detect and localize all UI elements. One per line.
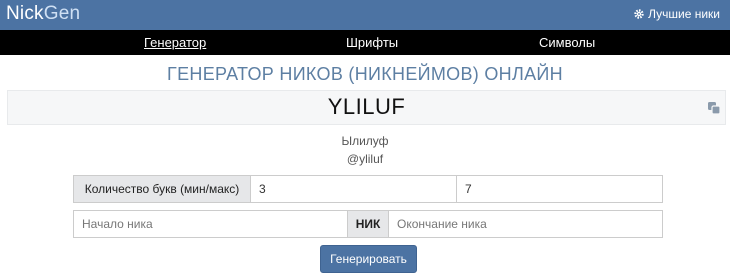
tab-symbols[interactable]: Символы — [539, 35, 595, 50]
copy-icon[interactable] — [707, 101, 721, 115]
logo-nick: Nick — [6, 3, 44, 24]
nick-end-input[interactable] — [388, 210, 663, 238]
nick-handle: @yliluf — [346, 152, 384, 166]
tab-generator[interactable]: Генератор — [144, 35, 206, 50]
tab-fonts[interactable]: Шрифты — [346, 35, 398, 50]
logo-gen: Gen — [43, 3, 81, 24]
generate-button[interactable]: Генерировать — [320, 245, 417, 273]
top-bar: NickGen Лучшие ники — [0, 0, 730, 30]
best-nicks-link[interactable]: Лучшие ники — [634, 7, 720, 21]
page-title: ГЕНЕРАТОР НИКОВ (НИКНЕЙМОВ) ОНЛАЙН — [167, 64, 563, 84]
nick-transliteration: Ылилуф — [341, 134, 389, 148]
nick-start-input[interactable] — [73, 210, 348, 238]
min-letters-input[interactable] — [250, 175, 457, 203]
generated-nick[interactable]: YLILUF — [8, 94, 725, 120]
max-letters-input[interactable] — [456, 175, 663, 203]
gear-icon — [634, 9, 644, 19]
nick-middle-label: НИК — [347, 210, 389, 238]
result-box: YLILUF — [7, 90, 726, 125]
logo[interactable]: NickGen — [6, 3, 80, 25]
letters-count-label: Количество букв (мин/макс) — [73, 175, 251, 203]
best-nicks-label: Лучшие ники — [648, 7, 720, 21]
nav-bar: Генератор Шрифты Символы — [0, 30, 730, 55]
